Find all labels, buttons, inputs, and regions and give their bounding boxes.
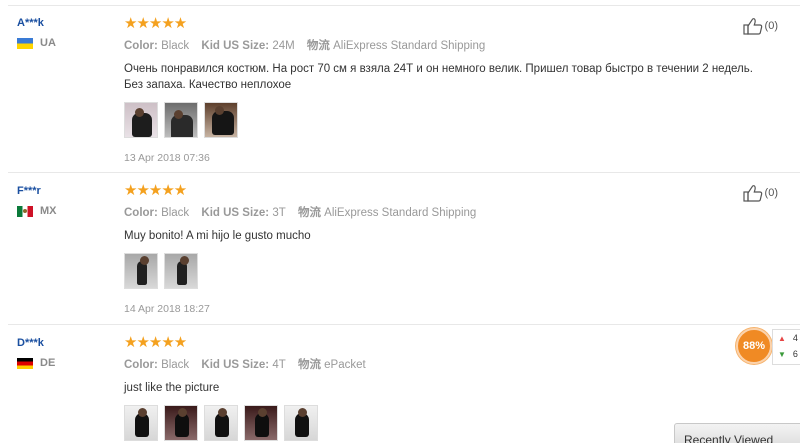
- negative-row: ▼ 6: [773, 346, 800, 362]
- color-label: Color:: [124, 40, 158, 52]
- review-photo-thumbnail[interactable]: [164, 253, 198, 289]
- reviewer-info: D***k DE: [17, 337, 55, 369]
- shipping-label: 物流: [297, 207, 321, 219]
- review-date: 14 Apr 2018 18:27: [124, 303, 210, 315]
- country-code: UA: [40, 37, 56, 49]
- reviewer-name[interactable]: D***k: [17, 337, 55, 349]
- arrow-down-icon: ▼: [778, 349, 786, 359]
- star-rating: ★★★★★: [124, 15, 187, 32]
- review-photo-thumbnail[interactable]: [204, 405, 238, 441]
- photo-image: [175, 408, 189, 437]
- germany-flag-icon: [17, 357, 33, 369]
- size-value: 4T: [272, 359, 286, 371]
- review-photo-thumbnail[interactable]: [124, 102, 158, 138]
- photo-image: [135, 408, 149, 437]
- order-info: Color: Black Kid US Size: 4T 物流 ePacket: [124, 358, 770, 372]
- country-code: DE: [40, 357, 56, 369]
- review-photos: [124, 253, 770, 289]
- reviewer-name[interactable]: A***k: [17, 17, 56, 29]
- review-photos: [124, 102, 770, 138]
- thumbs-up-icon: [742, 18, 762, 35]
- photo-image: [137, 256, 149, 285]
- reviewer-country: MX: [17, 205, 57, 217]
- photo-image: [295, 408, 309, 437]
- divider: [8, 324, 800, 325]
- size-value: 3T: [272, 207, 286, 219]
- helpful-count: (0): [764, 20, 778, 32]
- reviewer-info: F***r MX: [17, 185, 57, 217]
- reviewer-country: UA: [17, 37, 56, 49]
- helpful-count: (0): [764, 187, 778, 199]
- shipping-label: 物流: [297, 359, 321, 371]
- divider: [8, 172, 800, 173]
- order-info: Color: Black Kid US Size: 24M 物流 AliExpr…: [124, 39, 770, 53]
- size-label: Kid US Size:: [201, 359, 270, 371]
- star-rating: ★★★★★: [124, 182, 187, 199]
- review-photo-thumbnail[interactable]: [204, 102, 238, 138]
- photo-image: [177, 256, 189, 285]
- photo-image: [212, 106, 234, 135]
- review-content: ★★★★★ Color: Black Kid US Size: 3T 物流 Al…: [124, 182, 770, 315]
- review-text: Muy bonito! A mi hijo le gusto mucho: [124, 230, 311, 242]
- review-photo-thumbnail[interactable]: [164, 405, 198, 441]
- review-date: 13 Apr 2018 07:36: [124, 152, 210, 164]
- review-item: A***k UA ★★★★★ Color: Black Kid US Size:…: [0, 0, 800, 170]
- review-photo-thumbnail[interactable]: [244, 405, 278, 441]
- positive-count: 4: [792, 333, 798, 343]
- photo-image: [255, 408, 269, 437]
- review-item: F***r MX ★★★★★ Color: Black Kid US Size:…: [0, 170, 800, 322]
- reviewer-country: DE: [17, 357, 55, 369]
- shipping-value: ePacket: [324, 359, 366, 371]
- recently-viewed-tab[interactable]: Recently Viewed: [674, 423, 800, 443]
- color-value: Black: [161, 207, 190, 219]
- photo-image: [171, 110, 193, 137]
- review-photo-thumbnail[interactable]: [124, 405, 158, 441]
- thumbs-up-icon: [742, 185, 762, 202]
- order-info: Color: Black Kid US Size: 3T 物流 AliExpre…: [124, 206, 770, 220]
- arrow-up-icon: ▲: [778, 333, 786, 343]
- country-code: MX: [40, 205, 57, 217]
- positive-row: ▲ 4: [773, 330, 800, 346]
- rating-percent-badge[interactable]: 88%: [736, 328, 772, 364]
- review-photo-thumbnail[interactable]: [284, 405, 318, 441]
- review-text: Очень понравился костюм. На рост 70 см я…: [124, 63, 753, 91]
- reviewer-name[interactable]: F***r: [17, 185, 57, 197]
- photo-image: [215, 408, 229, 437]
- size-label: Kid US Size:: [201, 207, 270, 219]
- rating-side-panel[interactable]: ▲ 4 ▼ 6: [772, 329, 800, 365]
- review-photo-thumbnail[interactable]: [164, 102, 198, 138]
- shipping-label: 物流: [306, 40, 330, 52]
- divider: [8, 5, 800, 6]
- ukraine-flag-icon: [17, 37, 33, 49]
- helpful-button[interactable]: (0): [742, 17, 778, 35]
- negative-count: 6: [792, 349, 798, 359]
- review-photo-thumbnail[interactable]: [124, 253, 158, 289]
- size-label: Kid US Size:: [201, 40, 270, 52]
- shipping-value: AliExpress Standard Shipping: [333, 40, 486, 52]
- mexico-flag-icon: [17, 205, 33, 217]
- size-value: 24M: [272, 40, 295, 52]
- color-label: Color:: [124, 359, 158, 371]
- shipping-value: AliExpress Standard Shipping: [324, 207, 477, 219]
- helpful-button[interactable]: (0): [742, 184, 778, 202]
- color-value: Black: [161, 359, 190, 371]
- star-rating: ★★★★★: [124, 334, 187, 351]
- review-content: ★★★★★ Color: Black Kid US Size: 24M 物流 A…: [124, 15, 770, 164]
- photo-image: [132, 108, 152, 137]
- color-label: Color:: [124, 207, 158, 219]
- review-text: just like the picture: [124, 382, 220, 394]
- color-value: Black: [161, 40, 190, 52]
- reviewer-info: A***k UA: [17, 17, 56, 49]
